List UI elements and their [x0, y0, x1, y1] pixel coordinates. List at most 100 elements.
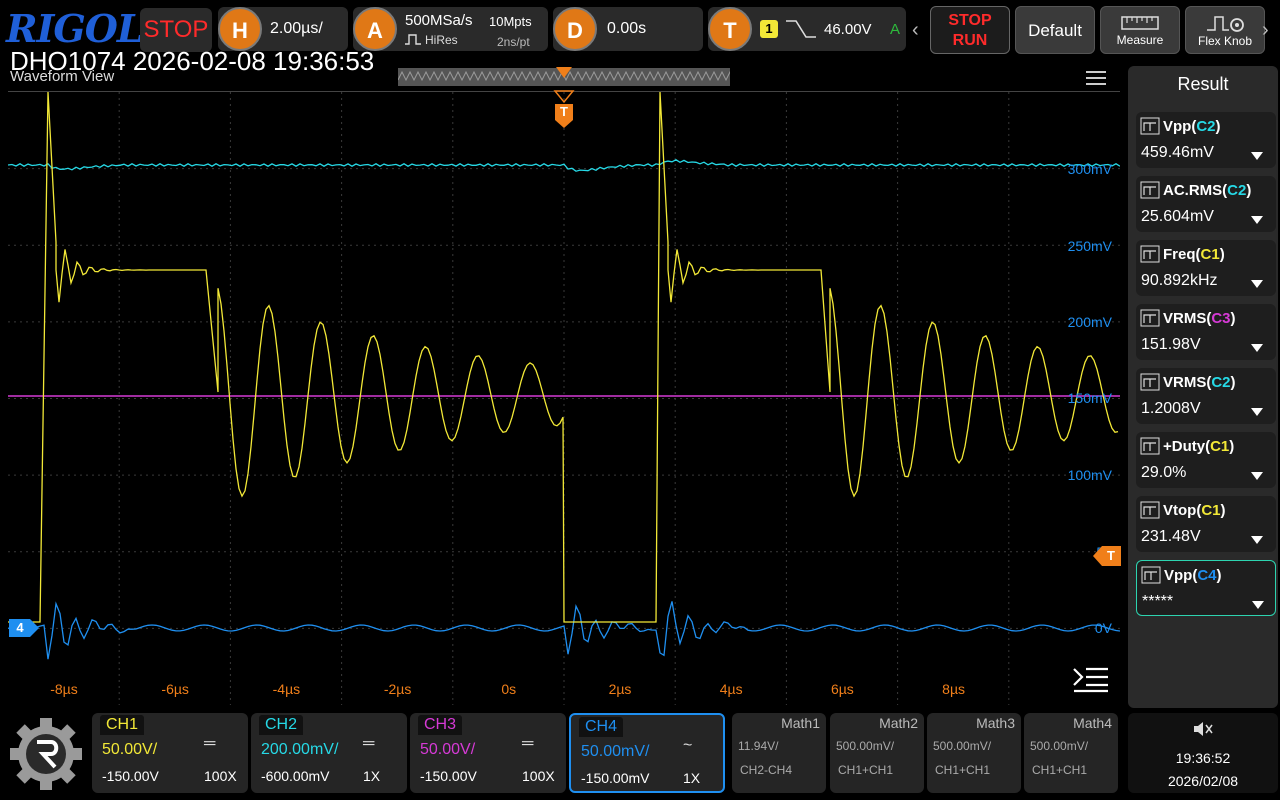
measure-result-card[interactable]: +Duty(C1) 29.0% — [1136, 432, 1276, 488]
channel-scale: 50.00mV/ — [581, 743, 650, 760]
ch1-trace — [8, 92, 1119, 623]
measure-source: C1 — [1210, 438, 1230, 455]
math-3-box[interactable]: Math3 500.00mV/CH1+CH1 — [927, 713, 1021, 793]
math-expression: CH1+CH1 — [838, 763, 894, 777]
math-scale: 500.00mV/ — [1030, 739, 1089, 753]
measure-result-card[interactable]: VRMS(C2) 1.2008V — [1136, 368, 1276, 424]
trigger-time-marker[interactable]: T — [553, 90, 575, 130]
menu-icon[interactable] — [1084, 68, 1108, 88]
run-label: RUN — [952, 32, 988, 49]
dropdown-icon[interactable] — [1250, 468, 1264, 480]
measure-result-card[interactable]: VRMS(C3) 151.98V — [1136, 304, 1276, 360]
measure-type: Vtop — [1163, 502, 1197, 519]
time-axis-label: -2µs — [383, 681, 412, 697]
ch4-offset-marker[interactable]: 4 — [8, 618, 40, 638]
measure-result-card[interactable]: Vpp(C4) ***** — [1136, 560, 1276, 616]
measure-result-card[interactable]: AC.RMS(C2) 25.604mV — [1136, 176, 1276, 232]
clock-time: 19:36:52 — [1175, 750, 1231, 766]
delay-value: 0.00s — [607, 20, 647, 37]
coupling-icon: ~ — [683, 737, 693, 754]
delay-letter: D — [553, 7, 597, 51]
measure-result-card[interactable]: Vtop(C1) 231.48V — [1136, 496, 1276, 552]
measure-type-icon — [1141, 566, 1161, 584]
math-expression: CH2-CH4 — [740, 763, 793, 777]
clock-panel[interactable]: 19:36:52 2026/02/08 — [1128, 713, 1278, 793]
right-scale-label: 200mV — [1067, 314, 1112, 330]
acquire-panel[interactable]: A 500MSa/s 10Mpts HiRes 2ns/pt — [353, 7, 548, 51]
channel-scale: 50.00V/ — [420, 741, 476, 758]
time-axis-label: -4µs — [272, 681, 301, 697]
measure-type: +Duty — [1163, 438, 1206, 455]
horizontal-scale: 2.00µs/ — [270, 20, 323, 37]
right-scale-label: 100mV — [1067, 467, 1112, 483]
measure-type-icon — [1140, 181, 1160, 199]
measure-result-card[interactable]: Freq(C1) 90.892kHz — [1136, 240, 1276, 296]
delay-panel[interactable]: D 0.00s — [553, 7, 703, 51]
dropdown-icon[interactable] — [1250, 212, 1264, 224]
channel-scale: 200.00mV/ — [261, 741, 339, 758]
sample-rate: 500MSa/s — [405, 12, 473, 29]
math-scale: 500.00mV/ — [933, 739, 992, 753]
math-4-box[interactable]: Math4 500.00mV/CH1+CH1 — [1024, 713, 1118, 793]
speaker-mute-icon[interactable] — [1191, 719, 1215, 739]
menu-scroll-right-icon[interactable]: › — [1262, 10, 1276, 50]
stop-run-button[interactable]: STOP RUN — [930, 6, 1010, 54]
measure-name: Vtop(C1) — [1163, 502, 1226, 519]
horizontal-panel[interactable]: H 2.00µs/ — [218, 7, 348, 51]
channel-offset: -150.00mV — [581, 770, 650, 786]
measure-name: Vpp(C4) — [1164, 567, 1222, 584]
time-axis-label: 2µs — [608, 681, 632, 697]
channel-name: CH4 — [579, 717, 624, 737]
waveform-grid[interactable] — [8, 91, 1120, 705]
channel-1-box[interactable]: CH1 50.00V/ ═ -150.00V 100X — [92, 713, 248, 793]
dropdown-icon[interactable] — [1250, 340, 1264, 352]
measure-value: 25.604mV — [1141, 208, 1214, 225]
trigger-panel[interactable]: T 1 46.00V A — [708, 7, 906, 51]
trigger-position-marker[interactable] — [555, 66, 573, 82]
dropdown-icon[interactable] — [1250, 148, 1264, 160]
measure-source: C2 — [1196, 118, 1216, 135]
math-2-box[interactable]: Math2 500.00mV/CH1+CH1 — [830, 713, 924, 793]
scope-canvas — [8, 92, 1120, 705]
measure-type-icon — [1140, 373, 1160, 391]
measure-label: Measure — [1116, 33, 1164, 47]
ruler-icon — [1101, 13, 1179, 33]
dropdown-icon[interactable] — [1250, 404, 1264, 416]
time-axis-label: 0s — [501, 681, 517, 697]
dropdown-icon[interactable] — [1250, 276, 1264, 288]
time-axis-label: 8µs — [942, 681, 966, 697]
time-axis-label: -8µs — [50, 681, 78, 697]
trigger-level: 46.00V — [824, 21, 872, 38]
math-scale: 11.94V/ — [738, 739, 779, 753]
channel-probe: 1X — [363, 768, 381, 784]
trigger-level-marker-label: T — [1107, 548, 1115, 563]
measure-button[interactable]: Measure — [1100, 6, 1180, 54]
measure-type: AC.RMS — [1163, 182, 1223, 199]
measure-source: C4 — [1197, 567, 1217, 584]
measure-value: 90.892kHz — [1141, 272, 1218, 289]
measure-name: VRMS(C2) — [1163, 374, 1236, 391]
math-expression: CH1+CH1 — [1032, 763, 1088, 777]
math-1-box[interactable]: Math1 11.94V/CH2-CH4 — [732, 713, 826, 793]
channel-4-box[interactable]: CH4 50.00mV/ ~ -150.00mV 1X — [569, 713, 725, 793]
measure-source: C2 — [1227, 182, 1247, 199]
default-button[interactable]: Default — [1015, 6, 1095, 54]
measure-result-card[interactable]: Vpp(C2) 459.46mV — [1136, 112, 1276, 168]
right-scale-label: 150mV — [1067, 390, 1112, 406]
dropdown-icon[interactable] — [1251, 597, 1265, 609]
memory-depth: 10Mpts — [489, 14, 532, 29]
measure-name: AC.RMS(C2) — [1163, 182, 1252, 199]
channel-2-box[interactable]: CH2 200.00mV/ ═ -600.00mV 1X — [251, 713, 407, 793]
home-gear-icon[interactable] — [6, 714, 86, 794]
measure-name: +Duty(C1) — [1163, 438, 1235, 455]
math-name: Math3 — [976, 715, 1015, 731]
flex-knob-button[interactable]: Flex Knob — [1185, 6, 1265, 54]
falling-edge-icon — [784, 17, 818, 41]
menu-scroll-left-icon[interactable]: ‹ — [912, 10, 926, 50]
trigger-mode: A — [890, 21, 901, 38]
channel-3-box[interactable]: CH3 50.00V/ ═ -150.00V 100X — [410, 713, 566, 793]
dropdown-icon[interactable] — [1250, 532, 1264, 544]
math-name: Math1 — [781, 715, 820, 731]
sidebar-toggle-icon[interactable] — [1072, 665, 1110, 693]
trigger-level-marker[interactable]: T — [1092, 545, 1122, 567]
